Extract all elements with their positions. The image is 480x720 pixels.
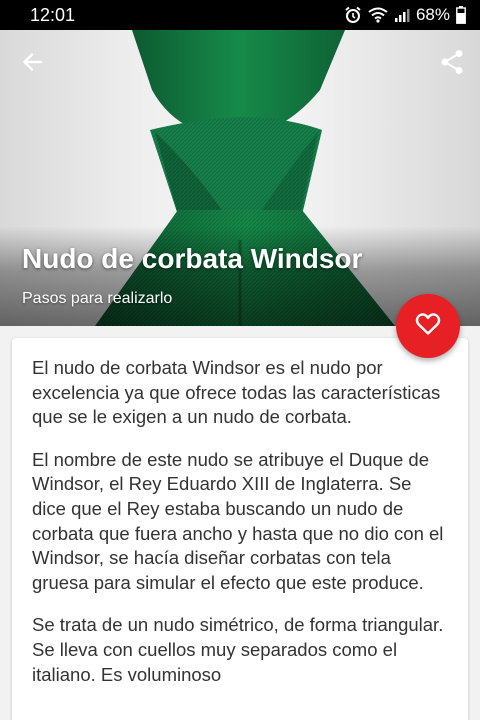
wifi-icon [368,7,388,23]
signal-icon [394,7,410,23]
status-time: 12:01 [30,5,76,25]
page-subtitle: Pasos para realizarlo [22,290,173,307]
arrow-left-icon [21,51,43,78]
share-button[interactable] [434,46,470,82]
battery-icon [456,6,466,24]
share-icon [440,49,464,80]
content-card: El nudo de corbata Windsor es el nudo po… [12,338,468,720]
paragraph: Se trata de un nudo simétrico, de forma … [32,614,444,685]
back-button[interactable] [14,46,50,82]
battery-percent: 68% [415,5,450,24]
heart-outline-icon [415,312,441,341]
status-bar: 12:01 68% [0,0,480,30]
favorite-button[interactable] [396,294,460,358]
alarm-icon [344,6,362,24]
hero-image: Nudo de corbata Windsor Pasos para reali… [0,30,480,326]
status-icons: 68% [344,5,466,25]
paragraph: El nombre de este nudo se atribuye el Du… [32,448,444,593]
paragraph: El nudo de corbata Windsor es el nudo po… [32,357,441,428]
page-title: Nudo de corbata Windsor [22,243,363,274]
